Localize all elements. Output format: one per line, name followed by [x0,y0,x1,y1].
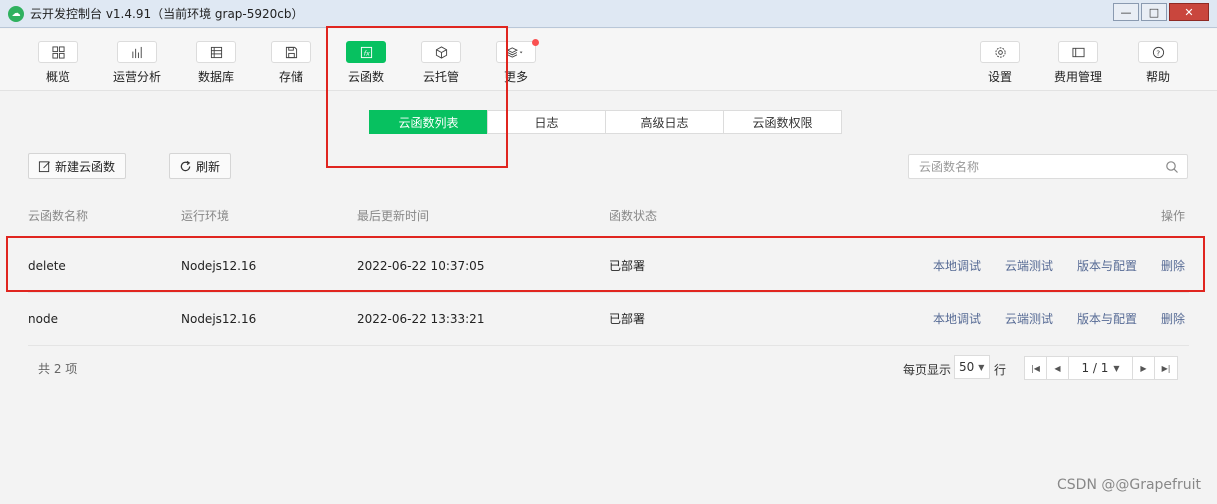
title-bar: ☁ 云开发控制台 v1.4.91（当前环境 grap-5920cb） — □ ✕ [0,0,1217,28]
pagination: |◀ ◀ 1 / 1 ▼ ▶ ▶| [1024,356,1178,380]
runtime: Nodejs12.16 [181,312,257,326]
window-controls: — □ ✕ [1113,3,1209,21]
notification-dot [532,39,539,46]
minimize-button[interactable]: — [1113,3,1139,21]
delete-link[interactable]: 删除 [1161,293,1185,345]
page-selector[interactable]: 1 / 1 ▼ [1069,357,1133,379]
toolbar-billing[interactable]: 费用管理 [1043,41,1113,85]
refresh-icon [180,160,191,172]
toolbar-overview[interactable]: 概览 [23,41,93,85]
column-header: 云函数名称 [28,209,89,223]
toolbar-label: 数据库 [197,70,234,84]
toolbar-storage[interactable]: 存储 [256,41,326,85]
table-header: 云函数名称 运行环境 最后更新时间 函数状态 操作 [0,200,1217,228]
page-indicator: 1 / 1 [1081,361,1109,375]
main-toolbar: 概览 运营分析 数据库 存储 fx 云函数 云托管 更多 设置 费用管理 ? 帮… [0,29,1217,91]
highlight-box-delete-row [6,236,1205,292]
app-logo-icon: ☁ [8,5,24,22]
column-header: 操作 [1161,209,1186,223]
refresh-label: 刷新 [196,159,221,174]
tab-function-permissions[interactable]: 云函数权限 [723,110,842,134]
per-page-value: 50 [959,360,975,374]
next-page-icon[interactable]: ▶ [1133,357,1155,379]
window-title: 云开发控制台 v1.4.91（当前环境 grap-5920cb） [30,7,304,21]
last-page-icon[interactable]: ▶| [1155,357,1177,379]
status: 已部署 [609,312,646,326]
column-header: 最后更新时间 [357,209,430,223]
row-divider [28,345,1189,346]
function-name: node [28,312,58,326]
toolbar-label: 概览 [45,70,70,84]
close-button[interactable]: ✕ [1169,3,1209,21]
updated-time: 2022-06-22 13:33:21 [357,312,485,326]
prev-page-icon[interactable]: ◀ [1047,357,1069,379]
search-icon[interactable] [1165,160,1179,174]
toolbar-settings[interactable]: 设置 [965,41,1035,85]
database-icon [196,41,236,63]
toolbar-label: 设置 [987,70,1012,84]
toolbar-help[interactable]: ? 帮助 [1123,41,1193,85]
toolbar-label: 运营分析 [112,70,161,84]
maximize-button[interactable]: □ [1141,3,1167,21]
highlight-box-cloud-functions [326,26,508,168]
column-header: 函数状态 [609,209,658,223]
edit-icon [38,161,50,173]
bar-chart-icon [117,41,157,63]
search-input[interactable] [909,155,1149,178]
per-page-unit: 行 [994,363,1007,377]
refresh-button[interactable]: 刷新 [169,153,232,179]
per-page-select[interactable]: 50 ▼ [954,355,990,379]
cloud-test-link[interactable]: 云端测试 [1005,293,1053,345]
toolbar-database[interactable]: 数据库 [181,41,251,85]
table-row: node Nodejs12.16 2022-06-22 13:33:21 已部署… [0,293,1217,345]
save-icon [271,41,311,63]
version-config-link[interactable]: 版本与配置 [1077,293,1137,345]
search-box [908,154,1188,179]
gear-icon [980,41,1020,63]
new-function-button[interactable]: 新建云函数 [28,153,127,179]
first-page-icon[interactable]: |◀ [1025,357,1047,379]
watermark: CSDN @@Grapefruit [1057,477,1201,493]
toolbar-label: 存储 [278,70,303,84]
card-icon [1058,41,1098,63]
svg-text:?: ? [1156,48,1160,57]
toolbar-label: 帮助 [1145,70,1170,84]
caret-down-icon: ▼ [1113,363,1120,373]
new-function-label: 新建云函数 [55,159,116,174]
toolbar-analytics[interactable]: 运营分析 [102,41,172,85]
total-count: 共 2 项 [38,362,78,376]
grid-icon [38,41,78,63]
per-page-label: 每页显示 [903,363,952,377]
toolbar-label: 费用管理 [1053,70,1102,84]
local-debug-link[interactable]: 本地调试 [933,293,981,345]
caret-down-icon: ▼ [978,362,985,372]
tab-advanced-logs[interactable]: 高级日志 [605,110,724,134]
column-header: 运行环境 [181,209,230,223]
help-icon: ? [1138,41,1178,63]
